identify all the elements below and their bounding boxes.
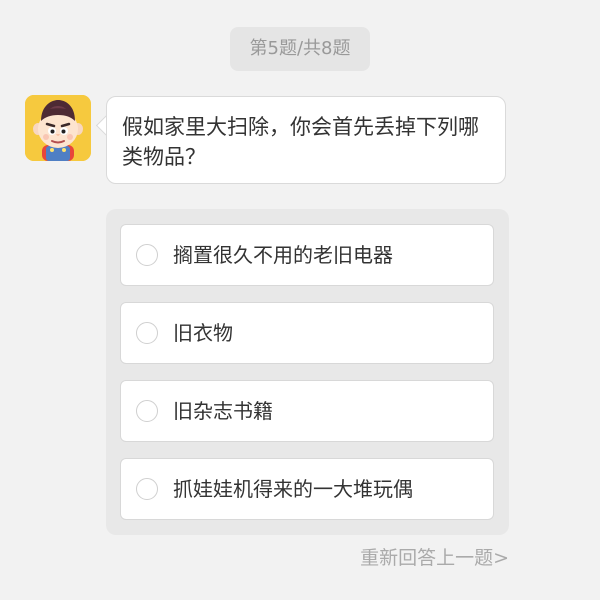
radio-button-icon[interactable] [136,478,158,500]
answer-option-4[interactable]: 抓娃娃机得来的一大堆玩偶 [120,458,494,520]
radio-button-icon[interactable] [136,244,158,266]
answer-option-label: 旧杂志书籍 [173,399,273,423]
answer-option-3[interactable]: 旧杂志书籍 [120,380,494,442]
cartoon-boy-avatar-icon [25,95,91,161]
answer-option-label: 旧衣物 [173,321,233,345]
question-text: 假如家里大扫除，你会首先丢掉下列哪类物品？ [122,115,479,169]
redo-previous-question-link[interactable]: 重新回答上一题> [360,544,509,572]
question-progress-badge: 第5题/共8题 [230,27,370,71]
radio-button-icon[interactable] [136,322,158,344]
bot-avatar [25,95,91,161]
answer-options-panel: 搁置很久不用的老旧电器 旧衣物 旧杂志书籍 抓娃娃机得来的一大堆玩偶 [106,209,509,535]
answer-option-label: 抓娃娃机得来的一大堆玩偶 [173,477,413,501]
radio-button-icon[interactable] [136,400,158,422]
answer-option-label: 搁置很久不用的老旧电器 [173,243,393,267]
question-bubble: 假如家里大扫除，你会首先丢掉下列哪类物品？ [106,96,506,184]
answer-option-2[interactable]: 旧衣物 [120,302,494,364]
question-progress-label: 第5题/共8题 [249,38,351,59]
answer-option-1[interactable]: 搁置很久不用的老旧电器 [120,224,494,286]
